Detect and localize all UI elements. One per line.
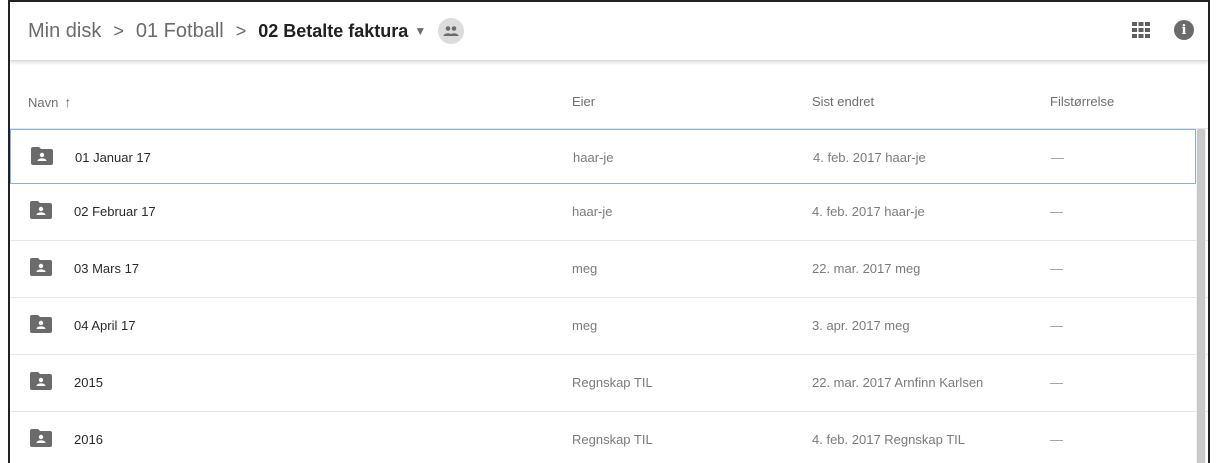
column-header-name[interactable]: Navn ↑ [28, 94, 71, 110]
file-name: 03 Mars 17 [74, 261, 140, 276]
shared-folder-icon [30, 201, 52, 219]
breadcrumb-fotball[interactable]: 01 Fotball [136, 20, 224, 43]
file-name: 04 April 17 [74, 318, 136, 333]
file-name: 01 Januar 17 [75, 150, 151, 165]
shared-folder-icon [30, 258, 52, 276]
file-owner: Regnskap TIL [572, 432, 653, 447]
file-size: — [1051, 150, 1064, 165]
file-modified: 4. feb. 2017 haar-je [813, 150, 926, 165]
file-modified: 4. feb. 2017 Regnskap TIL [812, 432, 965, 447]
file-modified: 4. feb. 2017 haar-je [812, 204, 925, 219]
file-name: 02 Februar 17 [74, 204, 156, 219]
shared-folder-icon [30, 429, 52, 447]
file-name: 2016 [74, 432, 103, 447]
table-row[interactable]: 03 Mars 17 meg 22. mar. 2017 meg — [10, 241, 1208, 298]
file-owner: meg [572, 261, 598, 276]
breadcrumb-my-drive[interactable]: Min disk [28, 20, 101, 43]
scrollbar-thumb[interactable] [1197, 129, 1205, 463]
column-header-row: Navn ↑ Eier Sist endret Filstørrelse [10, 74, 1208, 129]
breadcrumb: Min disk > 01 Fotball > 02 Betalte faktu… [28, 15, 465, 47]
table-row[interactable]: 01 Januar 17 haar-je 4. feb. 2017 haar-j… [10, 129, 1196, 184]
file-owner: Regnskap TIL [572, 375, 653, 390]
top-bar: Min disk > 01 Fotball > 02 Betalte faktu… [10, 2, 1208, 61]
shared-folder-icon [30, 372, 52, 390]
file-size: — [1050, 318, 1063, 333]
column-header-owner[interactable]: Eier [572, 94, 595, 109]
table-row[interactable]: 02 Februar 17 haar-je 4. feb. 2017 haar-… [10, 184, 1208, 241]
sort-ascending-icon[interactable]: ↑ [64, 94, 71, 110]
scrollbar[interactable] [1196, 129, 1206, 463]
shared-folder-icon [31, 147, 53, 165]
file-modified: 22. mar. 2017 Arnfinn Karlsen [812, 375, 984, 390]
file-size: — [1050, 375, 1063, 390]
file-size: — [1050, 204, 1063, 219]
file-size: — [1050, 261, 1063, 276]
breadcrumb-current-folder[interactable]: 02 Betalte faktura [258, 21, 408, 42]
file-modified: 3. apr. 2017 meg [812, 318, 910, 333]
shared-people-icon[interactable] [438, 18, 465, 44]
column-header-size[interactable]: Filstørrelse [1050, 94, 1114, 109]
file-size: — [1050, 432, 1063, 447]
drive-window: Min disk > 01 Fotball > 02 Betalte faktu… [8, 0, 1210, 463]
table-row[interactable]: 2015 Regnskap TIL 22. mar. 2017 Arnfinn … [10, 355, 1208, 412]
file-list: 01 Januar 17 haar-je 4. feb. 2017 haar-j… [10, 129, 1208, 463]
breadcrumb-separator: > [235, 20, 247, 41]
breadcrumb-separator: > [113, 20, 124, 41]
toolbar-actions: i [1130, 19, 1194, 41]
file-modified: 22. mar. 2017 meg [812, 261, 921, 276]
file-owner: meg [572, 318, 598, 333]
file-owner: haar-je [573, 150, 614, 165]
chevron-down-icon[interactable]: ▼ [414, 24, 426, 38]
table-row[interactable]: 2016 Regnskap TIL 4. feb. 2017 Regnskap … [10, 412, 1208, 463]
column-header-modified[interactable]: Sist endret [812, 94, 874, 109]
shared-folder-icon [30, 315, 52, 333]
file-owner: haar-je [572, 204, 613, 219]
info-icon[interactable]: i [1174, 20, 1194, 40]
column-header-name-label: Navn [28, 95, 59, 110]
table-row[interactable]: 04 April 17 meg 3. apr. 2017 meg — [10, 298, 1208, 355]
file-name: 2015 [74, 375, 103, 390]
grid-view-icon[interactable] [1130, 19, 1152, 41]
